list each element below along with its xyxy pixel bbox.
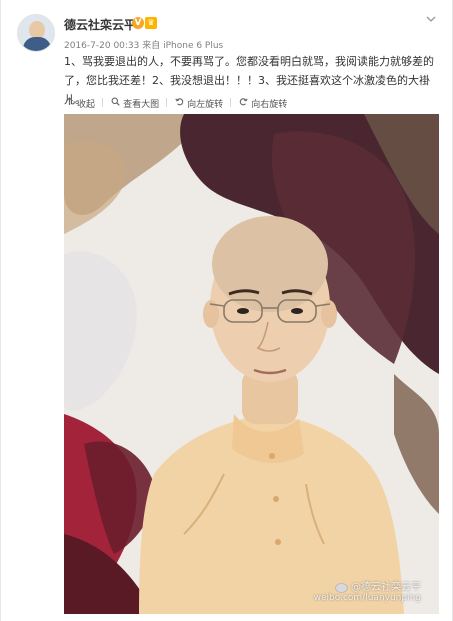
view-large-label: 查看大图 (123, 99, 160, 110)
collapse-label: 收起 (77, 99, 96, 110)
magnifier-icon (110, 97, 120, 109)
avatar-body (23, 37, 51, 51)
chevron-down-icon[interactable] (426, 14, 436, 24)
user-avatar[interactable] (17, 14, 55, 52)
toolbar-divider: | (165, 98, 169, 108)
rotate-left-button[interactable]: 向左旋转 (174, 97, 223, 110)
weibo-logo-icon (335, 582, 348, 593)
vip-crown-icon: ♛ (145, 17, 157, 29)
rotate-left-label: 向左旋转 (187, 99, 224, 110)
rotate-right-button[interactable]: 向右旋转 (238, 97, 287, 110)
photo-illustration (64, 114, 439, 614)
watermark-line1: @德云社栾云平 (314, 582, 421, 593)
verified-badge-icon: V (132, 17, 144, 29)
collapse-button[interactable]: 收起 (64, 97, 95, 110)
toolbar-divider: | (229, 98, 233, 108)
username-link[interactable]: 德云社栾云平 (64, 16, 136, 33)
rotate-left-icon (174, 97, 184, 109)
watermark-handle: @德云社栾云平 (351, 582, 421, 593)
post-meta: 2016-7-20 00:33 来自 iPhone 6 Plus (64, 41, 224, 51)
collapse-icon (64, 97, 74, 109)
toolbar-divider: | (101, 98, 105, 108)
view-large-button[interactable]: 查看大图 (110, 97, 159, 110)
image-toolbar: 收起 | 查看大图 | 向左旋转 | 向右旋转 (64, 95, 287, 111)
watermark: @德云社栾云平 weibo.com/luanyunping (314, 582, 421, 604)
rotate-right-icon (238, 97, 248, 109)
rotate-right-label: 向右旋转 (251, 99, 288, 110)
weibo-post-card: 德云社栾云平 V ♛ 2016-7-20 00:33 来自 iPhone 6 P… (0, 0, 453, 621)
post-photo[interactable]: @德云社栾云平 weibo.com/luanyunping (64, 114, 439, 614)
watermark-url: weibo.com/luanyunping (313, 593, 421, 603)
